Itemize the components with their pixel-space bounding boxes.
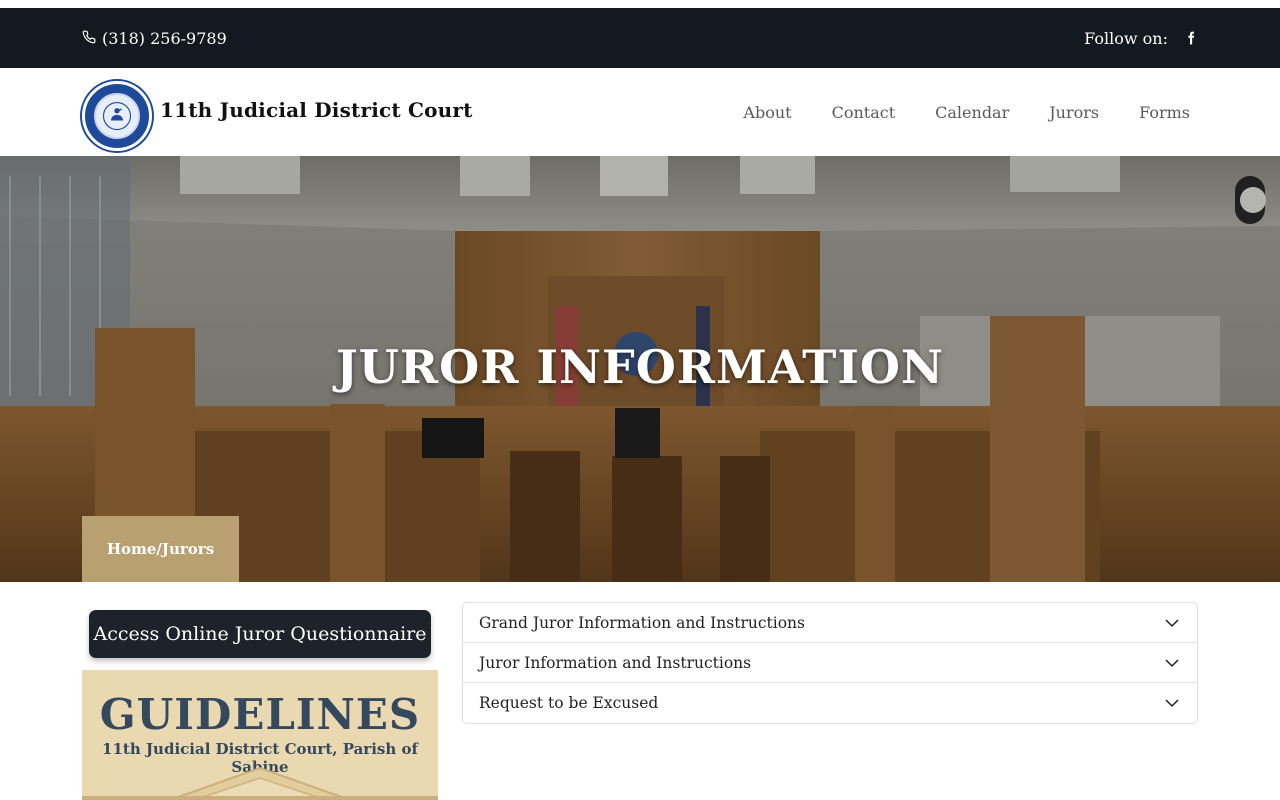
nav-forms[interactable]: Forms xyxy=(1139,103,1190,122)
nav-calendar[interactable]: Calendar xyxy=(935,103,1009,122)
accordion-item-excused[interactable]: Request to be Excused xyxy=(463,683,1197,723)
facebook-icon[interactable] xyxy=(1182,28,1200,48)
breadcrumb[interactable]: Home/Jurors xyxy=(82,516,239,582)
nav-contact[interactable]: Contact xyxy=(832,103,896,122)
top-spacer xyxy=(0,0,1280,8)
accordion-item-grand-juror[interactable]: Grand Juror Information and Instructions xyxy=(463,603,1197,643)
chevron-down-icon xyxy=(1165,658,1179,667)
accordion-item-label: Request to be Excused xyxy=(479,694,659,712)
juror-questionnaire-button[interactable]: Access Online Juror Questionnaire xyxy=(89,610,431,658)
accordion-item-juror[interactable]: Juror Information and Instructions xyxy=(463,643,1197,683)
phone-icon xyxy=(82,29,96,48)
accordion-item-label: Grand Juror Information and Instructions xyxy=(479,613,805,632)
social-follow: Follow on: xyxy=(1084,8,1200,68)
site-title[interactable]: 11th Judicial District Court xyxy=(160,98,473,122)
phone-number: (318) 256-9789 xyxy=(102,28,227,48)
follow-label: Follow on: xyxy=(1084,28,1168,48)
top-bar: (318) 256-9789 Follow on: xyxy=(0,8,1280,68)
nav-about[interactable]: About xyxy=(743,103,791,122)
guidelines-banner[interactable]: GUIDELINES 11th Judicial District Court,… xyxy=(82,670,438,800)
phone-link[interactable]: (318) 256-9789 xyxy=(82,8,227,68)
hero-banner: JUROR INFORMATION Home/Jurors xyxy=(0,156,1280,582)
accordion-item-label: Juror Information and Instructions xyxy=(479,653,752,672)
main-nav: About Contact Calendar Jurors Forms xyxy=(743,68,1190,156)
nav-jurors[interactable]: Jurors xyxy=(1049,103,1099,122)
chevron-down-icon xyxy=(1165,618,1179,627)
page-title: JUROR INFORMATION xyxy=(336,340,944,394)
breadcrumb-text[interactable]: Home/Jurors xyxy=(107,540,214,558)
main-header: 11th Judicial District Court About Conta… xyxy=(0,68,1280,156)
court-seal-logo[interactable] xyxy=(82,81,152,151)
juror-accordion: Grand Juror Information and Instructions… xyxy=(462,602,1198,724)
chevron-down-icon xyxy=(1165,699,1179,708)
courthouse-pediment-icon xyxy=(82,766,438,800)
pelican-emblem-icon xyxy=(94,93,140,139)
guidelines-title: GUIDELINES xyxy=(99,690,421,739)
